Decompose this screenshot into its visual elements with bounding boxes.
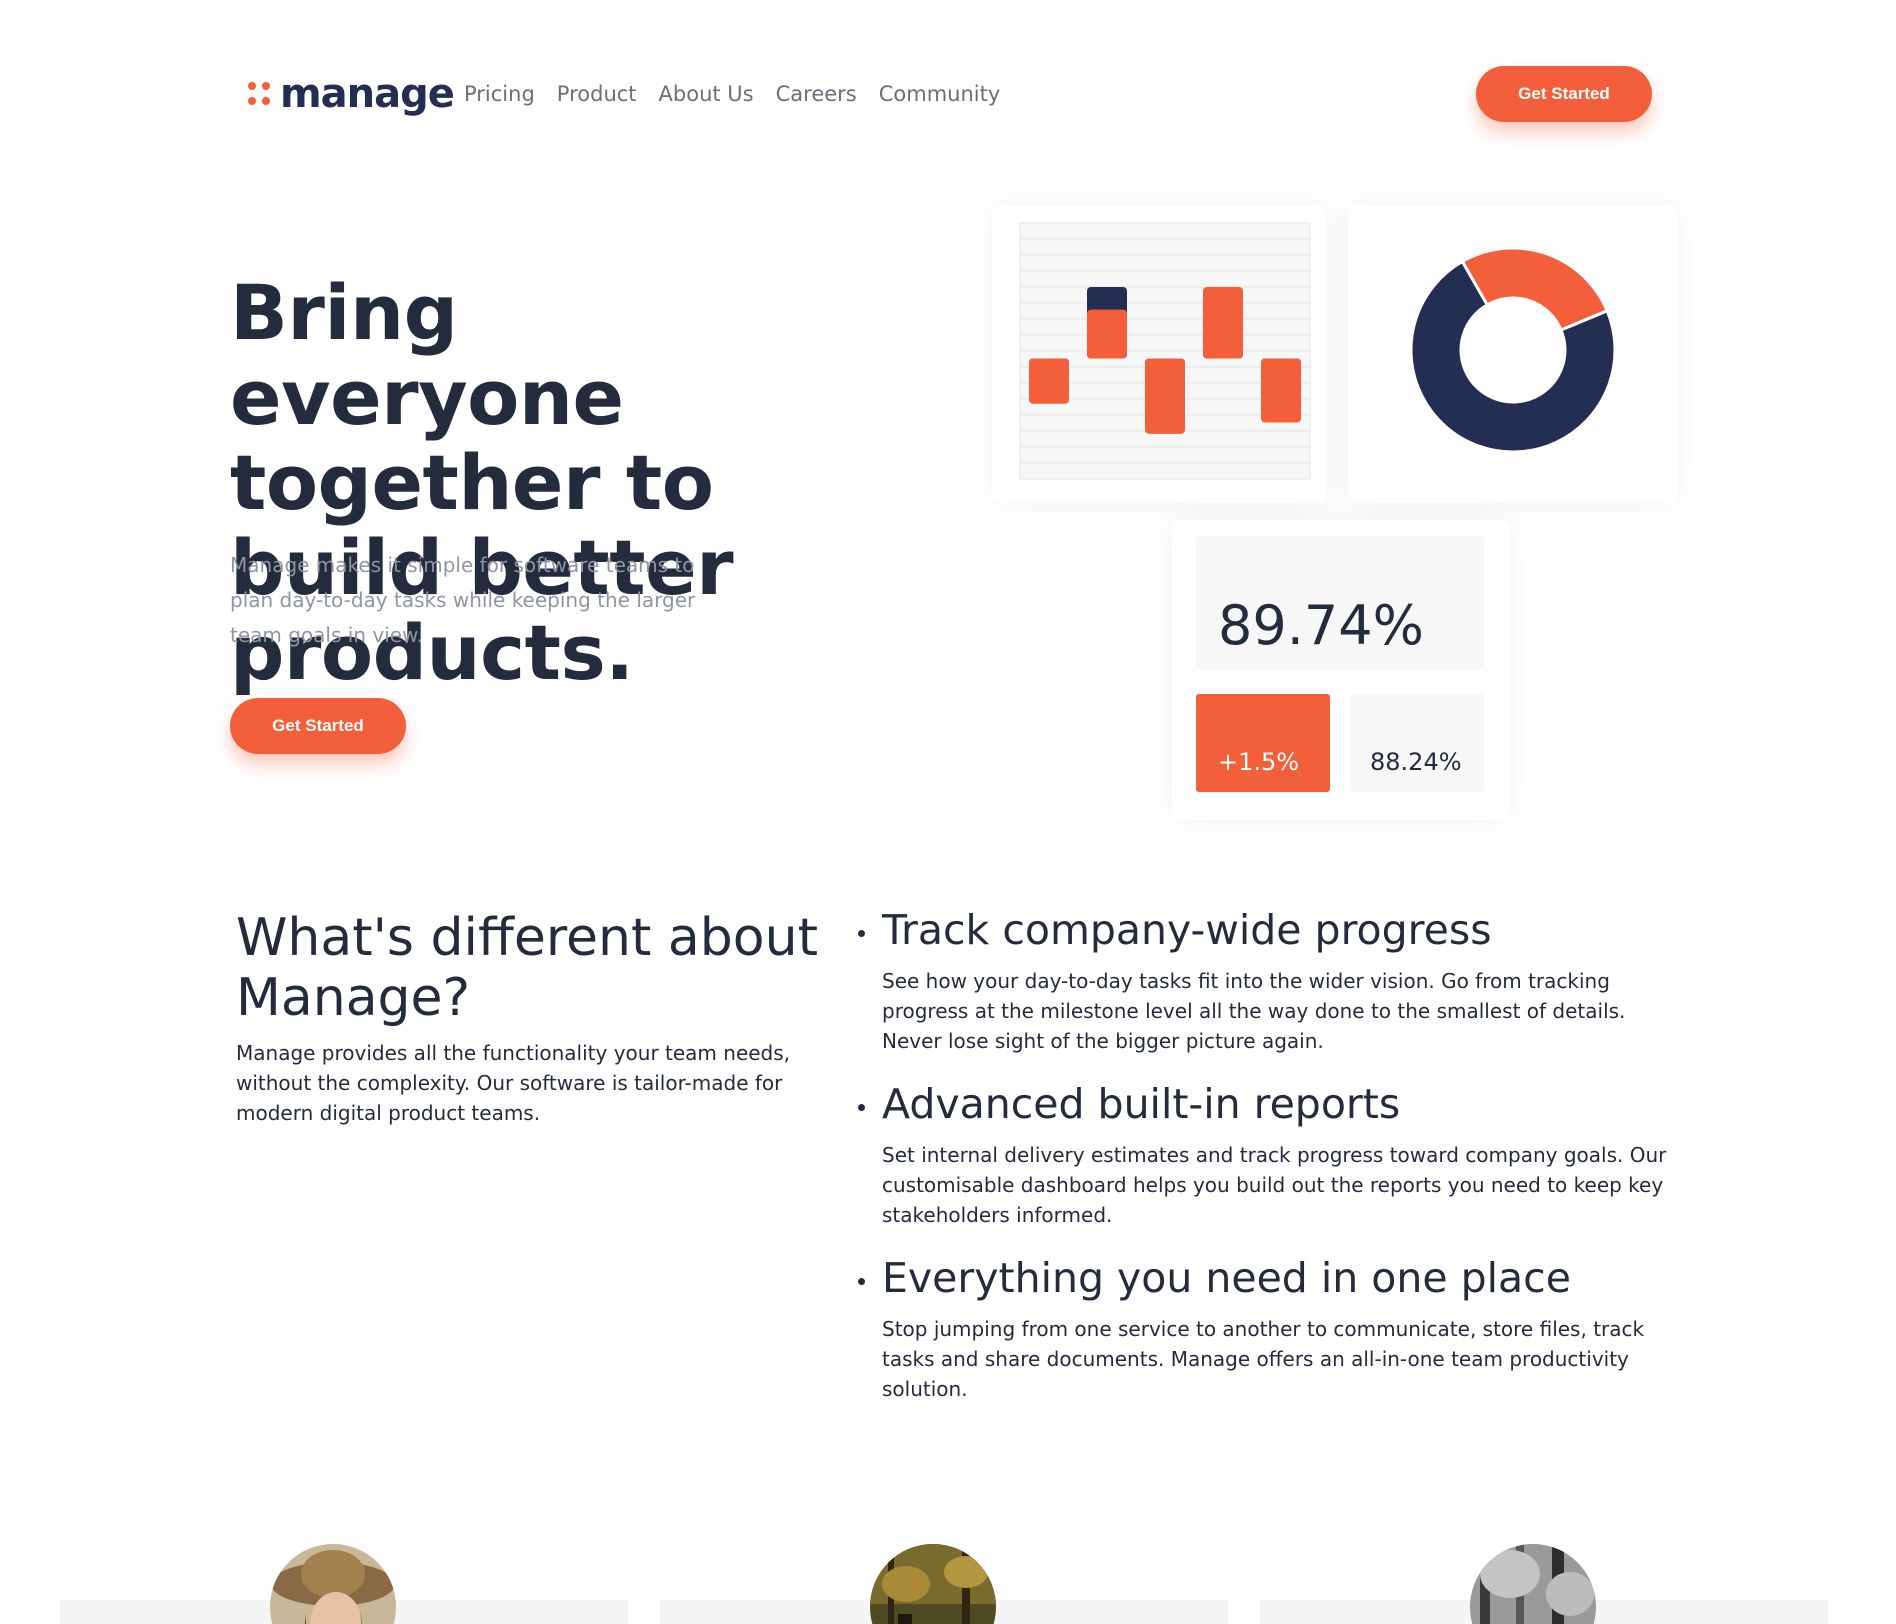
bar-orange-4 bbox=[1203, 287, 1243, 359]
stat-change-tile: +1.5% bbox=[1196, 694, 1330, 792]
bar-chart bbox=[1019, 222, 1311, 480]
bullet-icon bbox=[858, 1278, 865, 1285]
feature-text: See how your day-to-day tasks fit into t… bbox=[882, 969, 1626, 1053]
avatar bbox=[1470, 1544, 1596, 1624]
avatar bbox=[270, 1544, 396, 1624]
logo[interactable]: manage bbox=[248, 70, 455, 118]
feature-title: Advanced built-in reports bbox=[882, 1080, 1401, 1128]
main-nav: Pricing Product About Us Careers Communi… bbox=[464, 80, 1000, 108]
stat-main-tile: 89.74% bbox=[1196, 536, 1484, 670]
logo-text: manage bbox=[280, 71, 455, 117]
feature-item: Advanced built-in reports Set internal d… bbox=[858, 1078, 1678, 1230]
feature-title: Everything you need in one place bbox=[882, 1254, 1571, 1302]
bar-orange-1 bbox=[1029, 358, 1069, 404]
bar-orange-3 bbox=[1145, 358, 1185, 434]
nav-link-pricing[interactable]: Pricing bbox=[464, 80, 535, 108]
nav-link-careers[interactable]: Careers bbox=[776, 80, 857, 108]
avatar bbox=[870, 1544, 996, 1624]
features-description: Manage provides all the functionality yo… bbox=[236, 1041, 791, 1125]
stats-card: 89.74% +1.5% 88.24% bbox=[1172, 520, 1510, 820]
feature-list: Track company-wide progress See how your… bbox=[858, 904, 1678, 1426]
bar-orange-2 bbox=[1087, 309, 1127, 359]
stat-change-value: +1.5% bbox=[1218, 748, 1300, 776]
stat-secondary-value: 88.24% bbox=[1370, 748, 1462, 776]
logo-dots-icon bbox=[248, 82, 272, 106]
donut-chart bbox=[1409, 246, 1617, 454]
nav-link-about-us[interactable]: About Us bbox=[659, 80, 754, 108]
bar-chart-card bbox=[992, 205, 1326, 503]
nav-link-product[interactable]: Product bbox=[557, 80, 637, 108]
feature-title: Track company-wide progress bbox=[882, 906, 1492, 954]
donut-chart-card bbox=[1348, 205, 1678, 503]
stat-secondary-tile: 88.24% bbox=[1350, 694, 1484, 792]
header-get-started-button[interactable]: Get Started bbox=[1476, 66, 1652, 122]
nav-link-community[interactable]: Community bbox=[879, 80, 1001, 108]
feature-text: Stop jumping from one service to another… bbox=[882, 1317, 1645, 1401]
hero-subtitle: Manage makes it simple for software team… bbox=[230, 553, 696, 647]
stat-main-value: 89.74% bbox=[1218, 594, 1424, 657]
feature-item: Track company-wide progress See how your… bbox=[858, 904, 1678, 1056]
feature-text: Set internal delivery estimates and trac… bbox=[882, 1143, 1667, 1227]
donut-slice-orange bbox=[1460, 246, 1610, 332]
features-title: What's different about Manage? bbox=[236, 908, 818, 1028]
bar-orange-5 bbox=[1261, 358, 1301, 423]
hero-get-started-button[interactable]: Get Started bbox=[230, 698, 406, 754]
feature-item: Everything you need in one place Stop ju… bbox=[858, 1252, 1678, 1404]
bullet-icon bbox=[858, 930, 865, 937]
bullet-icon bbox=[858, 1104, 865, 1111]
